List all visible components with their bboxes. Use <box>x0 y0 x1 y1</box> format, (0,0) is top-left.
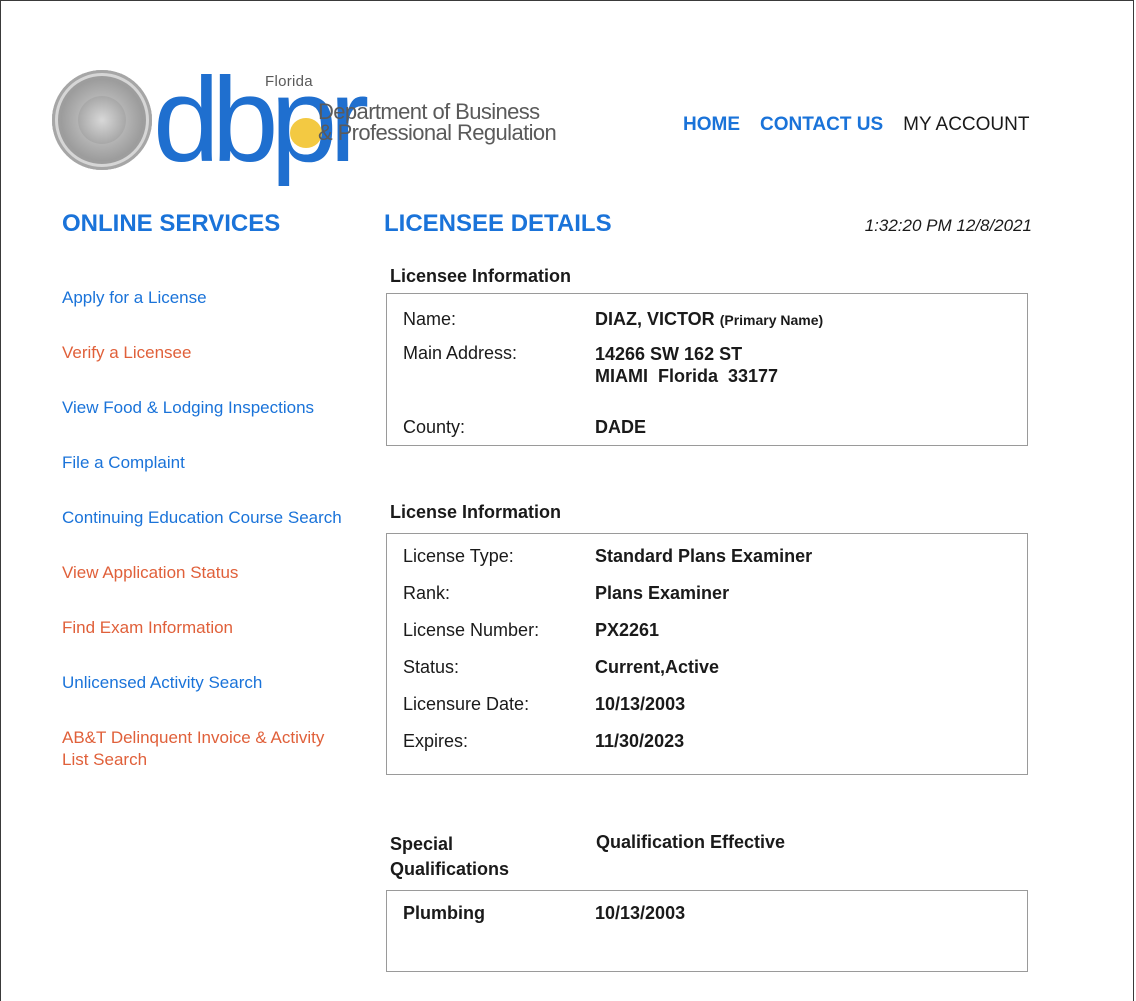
status-label: Status: <box>403 657 460 677</box>
sidebar-link-exam-information[interactable]: Find Exam Information <box>62 617 352 639</box>
logo-department-text: Department of Business & Professional Re… <box>318 99 557 145</box>
county-label: County: <box>403 417 466 437</box>
sidebar-link-abt-delinquent-search[interactable]: AB&T Delinquent Invoice & Activity List … <box>62 727 352 771</box>
timestamp: 1:32:20 PM 12/8/2021 <box>864 216 1032 235</box>
special-heading-line1: Special <box>390 834 454 854</box>
primary-name-note: (Primary Name) <box>719 312 824 328</box>
qualification-name: Plumbing <box>403 903 485 923</box>
address-label: Main Address: <box>403 343 518 363</box>
florida-seal-logo <box>52 70 152 170</box>
name-label: Name: <box>403 309 457 329</box>
qualification-date: 10/13/2003 <box>595 903 686 923</box>
license-info-heading: License Information <box>390 502 562 522</box>
sidebar-link-application-status[interactable]: View Application Status <box>62 562 352 584</box>
top-nav: HOME CONTACT US MY ACCOUNT <box>683 114 1029 136</box>
sidebar-link-apply-license[interactable]: Apply for a License <box>62 287 352 309</box>
sidebar-link-food-lodging-inspections[interactable]: View Food & Lodging Inspections <box>62 397 352 419</box>
sidebar-links: Apply for a License Verify a Licensee Vi… <box>62 287 352 804</box>
name-text: DIAZ, VICTOR <box>595 309 715 329</box>
licensure-date-label: Licensure Date: <box>403 694 530 714</box>
logo-line2: & Professional Regulation <box>318 120 557 145</box>
license-number-value: PX2261 <box>595 620 660 640</box>
name-value: DIAZ, VICTOR (Primary Name) <box>595 309 823 330</box>
rank-label: Rank: <box>403 583 451 603</box>
license-info-box: License Type: Standard Plans Examiner Ra… <box>386 533 1028 775</box>
county-value: DADE <box>595 417 647 437</box>
sidebar-link-unlicensed-activity-search[interactable]: Unlicensed Activity Search <box>62 672 352 694</box>
address-line2: MIAMI Florida 33177 <box>595 366 779 386</box>
sidebar-link-verify-licensee[interactable]: Verify a Licensee <box>62 342 352 364</box>
address-line1: 14266 SW 162 ST <box>595 344 743 364</box>
licensee-info-heading: Licensee Information <box>390 266 572 286</box>
licensee-info-box: Name: DIAZ, VICTOR (Primary Name) Main A… <box>386 293 1028 446</box>
license-number-label: License Number: <box>403 620 540 640</box>
nav-my-account-link[interactable]: MY ACCOUNT <box>903 114 1029 136</box>
special-heading-line2: Qualifications <box>390 859 510 879</box>
status-value: Current,Active <box>595 657 720 677</box>
sidebar-link-file-complaint[interactable]: File a Complaint <box>62 452 352 474</box>
expires-label: Expires: <box>403 731 469 751</box>
page-title: LICENSEE DETAILS <box>384 210 612 237</box>
special-qualifications-heading: Special Qualifications <box>390 832 509 882</box>
nav-home-link[interactable]: HOME <box>683 114 740 136</box>
license-type-value: Standard Plans Examiner <box>595 546 813 566</box>
logo-line1: Department of Business <box>318 99 540 124</box>
special-qualifications-box: Plumbing 10/13/2003 <box>386 890 1028 972</box>
qualification-effective-heading: Qualification Effective <box>596 832 786 852</box>
logo-florida-text: Florida <box>265 73 313 90</box>
nav-contact-us-link[interactable]: CONTACT US <box>760 114 883 136</box>
sidebar-link-ce-course-search[interactable]: Continuing Education Course Search <box>62 507 352 529</box>
licensure-date-value: 10/13/2003 <box>595 694 686 714</box>
address-value: 14266 SW 162 ST MIAMI Florida 33177 <box>595 343 778 387</box>
sidebar-title: ONLINE SERVICES <box>62 210 281 237</box>
license-type-label: License Type: <box>403 546 514 566</box>
expires-value: 11/30/2023 <box>595 731 685 751</box>
rank-value: Plans Examiner <box>595 583 730 603</box>
